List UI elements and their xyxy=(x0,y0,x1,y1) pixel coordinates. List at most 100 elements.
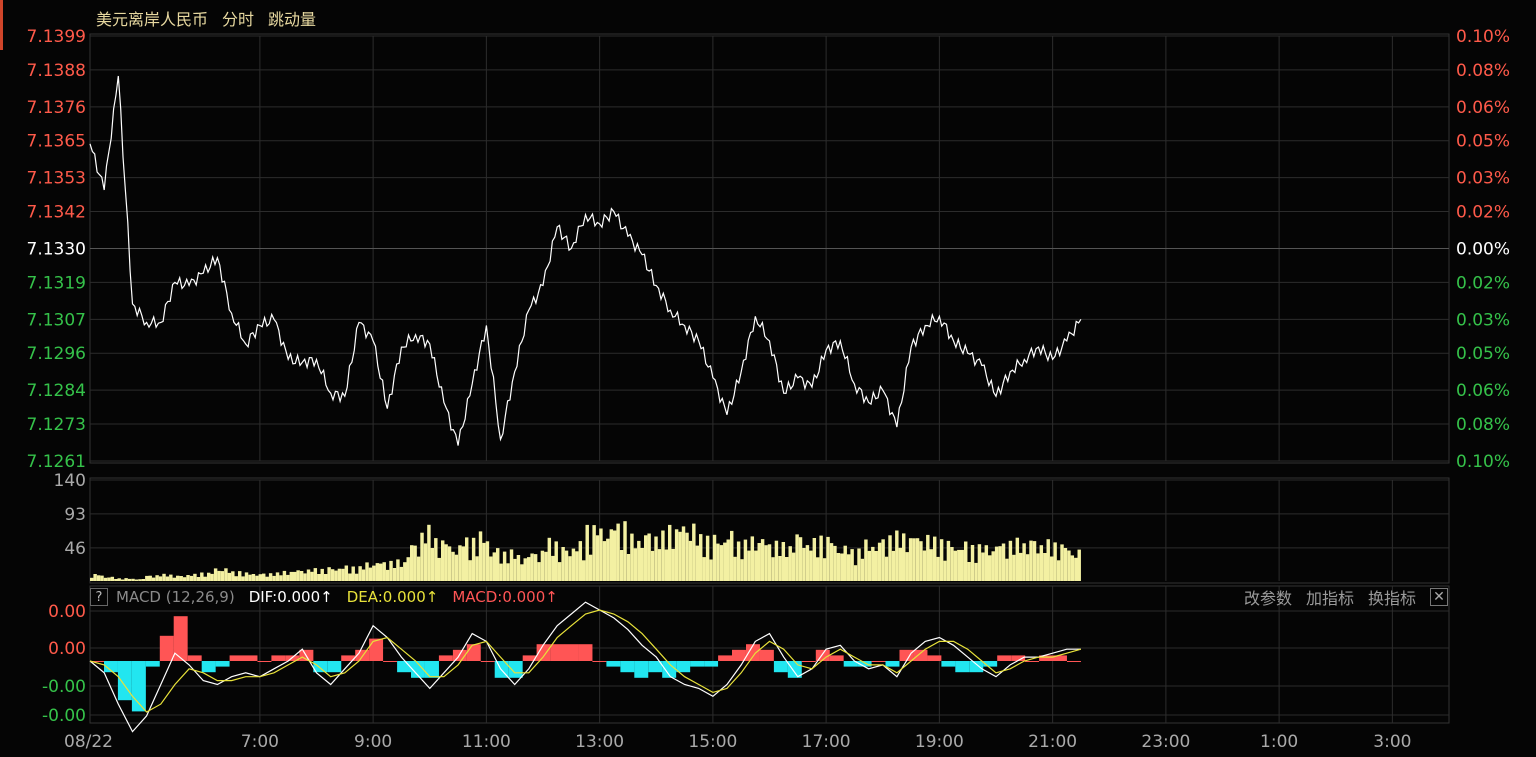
volume-bar xyxy=(626,554,631,581)
volume-bar xyxy=(485,541,490,581)
volume-bar xyxy=(330,569,335,581)
volume-bar xyxy=(699,534,703,581)
volume-bar xyxy=(1056,560,1061,581)
volume-bar xyxy=(313,568,318,581)
volume-tick-label: 46 xyxy=(64,539,86,559)
volume-bar xyxy=(396,559,400,581)
volume-bar xyxy=(423,543,428,581)
time-tick-label: 7:00 xyxy=(241,732,279,752)
macd-histogram-bar xyxy=(927,655,942,661)
volume-bar xyxy=(1070,555,1075,581)
volume-bar xyxy=(712,534,717,581)
volume-bar xyxy=(891,550,896,581)
price-tick-label: 7.1365 xyxy=(27,132,86,152)
add-indicator-button[interactable]: 加指标 xyxy=(1306,585,1354,609)
volume-bar xyxy=(530,553,534,581)
volume-bar xyxy=(798,537,803,581)
intraday-chart[interactable]: 7.1399 7.1388 7.1376 7.1365 7.1353 7.1342 7.13… xyxy=(0,0,1536,757)
volume-bar xyxy=(506,563,510,581)
volume-bar xyxy=(984,545,989,581)
switch-indicator-button[interactable]: 换指标 xyxy=(1368,585,1416,609)
volume-bar xyxy=(977,544,982,581)
volume-bar xyxy=(905,552,909,581)
volume-bar xyxy=(623,521,627,581)
help-button[interactable]: ? xyxy=(90,588,108,606)
macd-histogram-bar xyxy=(466,644,481,661)
volume-bar xyxy=(262,573,266,581)
edit-params-button[interactable]: 改参数 xyxy=(1244,585,1292,609)
volume-bar xyxy=(1025,554,1030,581)
volume-bar xyxy=(723,542,727,581)
volume-bar xyxy=(592,525,596,581)
volume-bar xyxy=(826,536,830,581)
macd-histogram-bar xyxy=(480,661,495,662)
volume-bar xyxy=(547,537,552,581)
volume-bar xyxy=(595,535,600,581)
volume-bar xyxy=(258,574,263,581)
volume-bar xyxy=(678,531,682,581)
macd-histogram-bar xyxy=(885,661,900,667)
volume-bar xyxy=(117,578,121,581)
volume-bar xyxy=(654,536,658,581)
volume-bar xyxy=(575,551,579,581)
volume-bar xyxy=(644,535,648,581)
volume-bar xyxy=(740,559,744,581)
volume-bar xyxy=(537,562,541,581)
volume-bar xyxy=(248,574,252,581)
volume-bar xyxy=(310,571,314,581)
volume-bar xyxy=(1015,537,1020,581)
macd-histogram-bar xyxy=(327,661,342,673)
volume-bar xyxy=(843,545,847,581)
macd-histogram-bar xyxy=(690,661,705,667)
time-tick-label: 17:00 xyxy=(802,732,851,752)
volume-bar xyxy=(874,551,878,581)
volume-bar xyxy=(616,523,620,581)
time-tick-label: 3:00 xyxy=(1373,732,1411,752)
price-tick-label: 7.1296 xyxy=(27,344,86,364)
volume-bar xyxy=(657,549,662,581)
volume-bar xyxy=(251,574,256,581)
volume-bar xyxy=(750,536,755,581)
volume-bar xyxy=(991,551,995,581)
macd-histogram-bar xyxy=(383,661,398,662)
volume-bar xyxy=(702,557,706,581)
macd-histogram-bar xyxy=(229,655,244,661)
percent-tick-label: 0.06% xyxy=(1456,98,1510,118)
volume-bar xyxy=(695,545,700,581)
volume-bar xyxy=(884,556,889,581)
volume-bar xyxy=(148,575,152,581)
volume-bar xyxy=(805,545,810,581)
volume-bar xyxy=(1043,553,1047,581)
volume-bar xyxy=(317,574,321,581)
macd-histogram-bar xyxy=(969,661,984,673)
macd-histogram-bar xyxy=(564,644,579,661)
macd-histogram-bar xyxy=(871,661,886,662)
volume-bar xyxy=(372,565,376,581)
volume-bar xyxy=(571,548,576,581)
volume-bar xyxy=(413,545,417,581)
volume-bar xyxy=(809,550,813,581)
volume-bar xyxy=(138,579,142,581)
volume-bar xyxy=(416,556,421,581)
macd-histogram-bar xyxy=(899,649,914,661)
close-icon[interactable]: ✕ xyxy=(1430,588,1448,606)
volume-bar xyxy=(747,550,751,581)
macd-histogram-bar xyxy=(271,655,286,661)
volume-bar xyxy=(196,577,201,581)
dif-value: DIF:0.000↑ xyxy=(248,588,333,606)
macd-params-label[interactable]: MACD (12,26,9) xyxy=(116,588,235,606)
volume-bar xyxy=(341,568,345,581)
volume-bar xyxy=(847,554,851,581)
volume-bar xyxy=(688,540,693,581)
volume-bar xyxy=(354,573,359,581)
volume-bar xyxy=(692,523,696,581)
volume-bar xyxy=(661,530,665,581)
macd-tick-label: -0.00 xyxy=(42,677,86,697)
macd-histogram-bar xyxy=(718,655,733,661)
macd-tick-label: 0.00 xyxy=(48,639,86,659)
percent-tick-label: 0.10% xyxy=(1456,27,1510,47)
volume-bar xyxy=(103,577,108,581)
volume-bar xyxy=(857,548,861,581)
volume-bar xyxy=(609,529,614,581)
volume-bar xyxy=(561,547,565,581)
